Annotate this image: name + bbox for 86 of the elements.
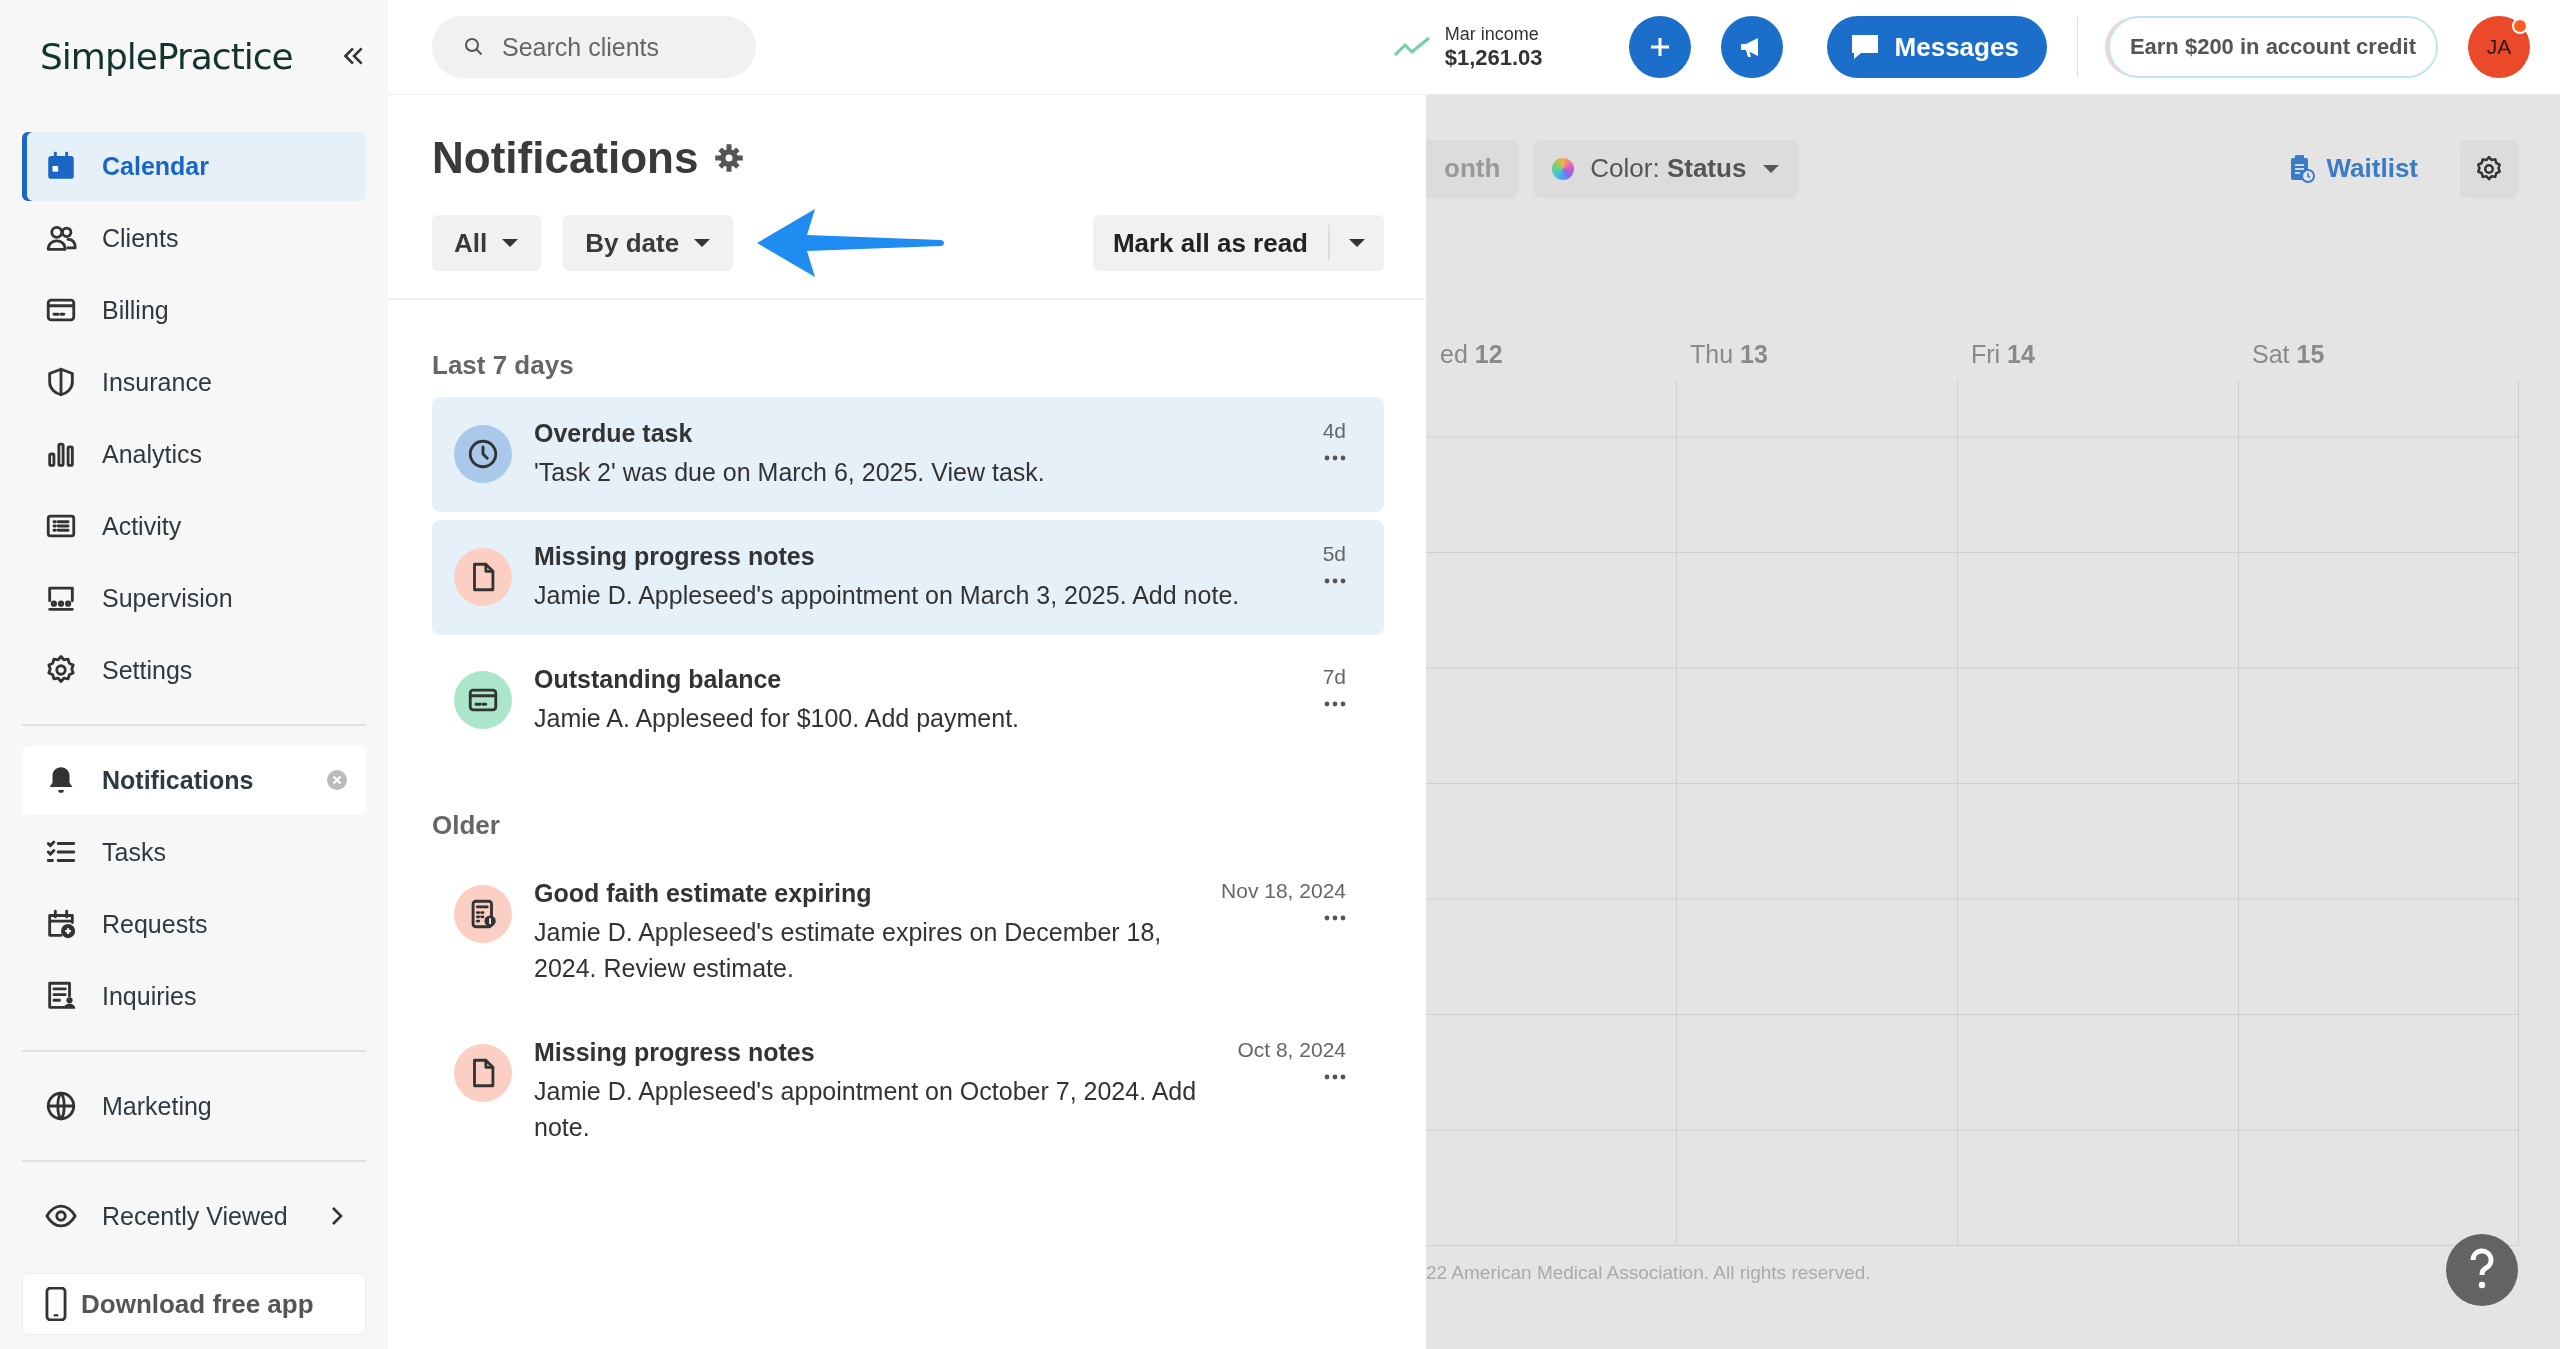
- color-wheel-icon: [1552, 157, 1575, 180]
- nav-item[interactable]: Settings: [22, 635, 366, 705]
- notification-text: Jamie D. Appleseed's appointment on October 7, 2024. Add note.: [534, 1076, 1198, 1143]
- notification-title: Outstanding balance: [534, 665, 783, 694]
- notification-title: Good faith estimate expiring: [534, 879, 873, 908]
- day-header: Fri 14: [1970, 340, 2036, 370]
- nav-label: Notifications: [102, 765, 255, 795]
- nav-item[interactable]: Calendar: [22, 131, 366, 201]
- nav-label: Requests: [102, 909, 209, 939]
- more-options-icon[interactable]: [1324, 701, 1346, 707]
- day-header: Thu 13: [1689, 340, 1769, 370]
- nav-item[interactable]: Inquiries: [22, 961, 366, 1031]
- income-amount: $1,261.03: [1444, 44, 1543, 71]
- nav-label: Insurance: [102, 367, 213, 397]
- notification-time: Nov 18, 2024: [1221, 879, 1346, 903]
- clock-icon: [466, 437, 500, 471]
- color-dropdown[interactable]: Color: Status: [1534, 139, 1799, 198]
- income-label: Mar income: [1444, 23, 1540, 45]
- nav-item[interactable]: Activity: [22, 491, 366, 561]
- messages-button[interactable]: Messages: [1826, 16, 2047, 78]
- nav-label: Settings: [102, 655, 194, 685]
- nav-item[interactable]: Analytics: [22, 419, 366, 489]
- section-heading: Last 7 days: [432, 350, 575, 381]
- notification-item[interactable]: Good faith estimate expiring Jamie D. Appleseed's estimate expires on December 18, 2024. Review estimate. Nov 18, 2024: [432, 857, 1384, 1008]
- notification-time: 5d: [1322, 542, 1346, 566]
- notification-item[interactable]: Missing progress notes Jamie D. Appleseed's appointment on October 7, 2024. Add note. Oct 8, 2024: [432, 1016, 1384, 1167]
- notification-time: Oct 8, 2024: [1237, 1038, 1346, 1062]
- notification-time: 7d: [1322, 665, 1346, 689]
- nav-label: Billing: [102, 295, 170, 325]
- trend-line-icon: [1392, 35, 1431, 59]
- nav-label: Recently Viewed: [102, 1201, 289, 1231]
- nav-item[interactable]: Tasks: [22, 817, 366, 887]
- filter-dropdown[interactable]: By date: [563, 215, 734, 271]
- caret-icon: [501, 238, 520, 248]
- logo[interactable]: SimplePractice: [40, 35, 293, 77]
- caret-icon[interactable]: [1348, 238, 1366, 248]
- settings-icon: [714, 143, 745, 173]
- section-heading: Older: [432, 810, 501, 841]
- nav-label: Activity: [102, 511, 183, 541]
- filter-dropdown[interactable]: All: [432, 215, 542, 271]
- credit-offer-button[interactable]: Earn $200 in account credit: [2107, 16, 2438, 78]
- notification-text: Jamie A. Appleseed for $100. Add payment.: [534, 703, 1021, 734]
- notification-title: Overdue task: [534, 419, 694, 448]
- notification-item[interactable]: Outstanding balance Jamie A. Appleseed for $100. Add payment. 7d: [432, 643, 1384, 758]
- day-header: ed 12: [1439, 340, 1504, 370]
- globe-icon: [44, 1089, 78, 1123]
- more-options-icon[interactable]: [1324, 455, 1346, 461]
- nav-item[interactable]: Supervision: [22, 563, 366, 633]
- mark-all-read-button[interactable]: Mark all as read: [1092, 215, 1328, 271]
- more-options-icon[interactable]: [1324, 1074, 1346, 1080]
- more-options-icon[interactable]: [1324, 915, 1346, 921]
- close-icon: [326, 769, 348, 791]
- nav-label: Marketing: [102, 1091, 213, 1121]
- more-options-icon[interactable]: [1324, 578, 1346, 584]
- nav-item[interactable]: Recently Viewed: [22, 1181, 366, 1251]
- copyright-text: 22 American Medical Association. All rights reserved.: [1426, 1262, 1871, 1284]
- notification-title: Missing progress notes: [534, 542, 816, 571]
- clipboard-clock-icon: [2288, 153, 2315, 184]
- nav-item[interactable]: Requests: [22, 889, 366, 959]
- nav-label: Supervision: [102, 583, 234, 613]
- notification-item[interactable]: Missing progress notes Jamie D. Appleseed's appointment on March 3, 2025. Add note. 5d: [432, 520, 1384, 635]
- nav-label: Calendar: [102, 151, 210, 181]
- notification-time: 4d: [1322, 419, 1346, 443]
- nav-label: Clients: [102, 223, 180, 253]
- nav-item[interactable]: Clients: [22, 203, 366, 273]
- notification-text: 'Task 2' was due on March 6, 2025. View task.: [534, 457, 1046, 488]
- panel-title: Notifications: [432, 133, 699, 183]
- notification-item[interactable]: Overdue task 'Task 2' was due on March 6, 2025. View task. 4d: [432, 397, 1384, 512]
- nav-label: Inquiries: [102, 981, 198, 1011]
- nav-item[interactable]: Marketing: [22, 1071, 366, 1141]
- phone-icon: [43, 1287, 69, 1321]
- notification-text: Jamie D. Appleseed's appointment on March 3, 2025. Add note.: [534, 580, 1241, 611]
- search-field[interactable]: Search clients: [432, 16, 756, 78]
- nav-label: Tasks: [102, 837, 167, 867]
- nav-item[interactable]: Insurance: [22, 347, 366, 417]
- day-header: Sat 15: [2251, 340, 2326, 370]
- settings-button[interactable]: [2460, 139, 2518, 198]
- caret-icon: [1762, 163, 1781, 174]
- avatar[interactable]: JA: [2468, 16, 2530, 78]
- caret-icon: [693, 238, 712, 248]
- nav-label: Analytics: [102, 439, 204, 469]
- download-app-button[interactable]: Download free app: [22, 1273, 366, 1335]
- notification-text: Jamie D. Appleseed's estimate expires on December 18, 2024. Review estimate.: [534, 917, 1163, 984]
- nav-item[interactable]: Notifications: [22, 745, 366, 815]
- notification-title: Missing progress notes: [534, 1038, 816, 1067]
- nav-item[interactable]: Billing: [22, 275, 366, 345]
